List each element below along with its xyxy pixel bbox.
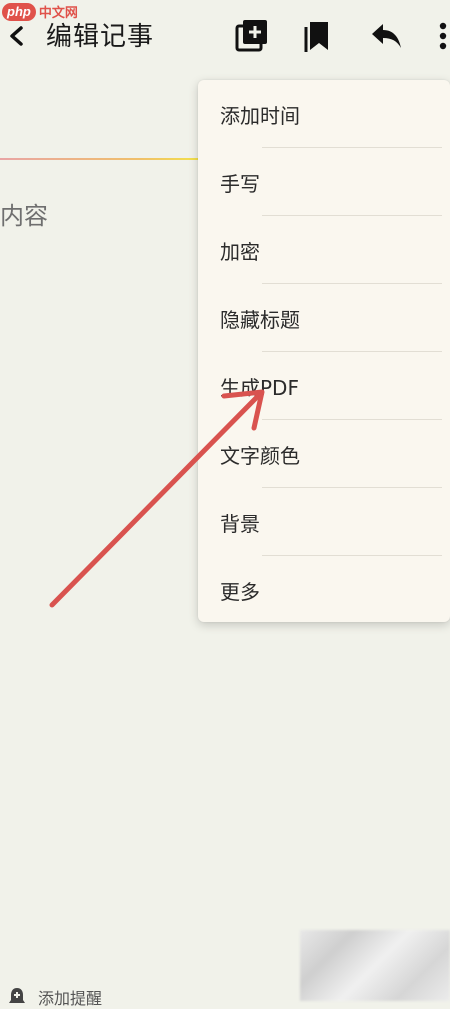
menu-item-more[interactable]: 更多 bbox=[198, 556, 450, 624]
chevron-left-icon[interactable] bbox=[4, 20, 28, 52]
menu-item-generate-pdf[interactable]: 生成PDF bbox=[198, 352, 450, 420]
page-title: 编辑记事 bbox=[46, 22, 155, 52]
blurred-region bbox=[300, 930, 450, 1001]
more-vertical-icon[interactable] bbox=[430, 18, 450, 54]
watermark: php 中文网 bbox=[2, 2, 78, 21]
add-reminder[interactable]: 添加提醒 bbox=[6, 985, 102, 1009]
menu-item-handwriting[interactable]: 手写 bbox=[198, 148, 450, 216]
watermark-logo: php bbox=[2, 2, 36, 21]
bell-icon bbox=[9, 988, 25, 1003]
menu-item-background[interactable]: 背景 bbox=[198, 488, 450, 556]
menu-item-add-time[interactable]: 添加时间 bbox=[198, 80, 450, 148]
watermark-text: 中文网 bbox=[38, 6, 78, 21]
reply-icon[interactable] bbox=[368, 18, 404, 54]
add-reminder-label: 添加提醒 bbox=[38, 989, 103, 1008]
add-note-icon[interactable] bbox=[234, 18, 270, 54]
content-placeholder[interactable]: 内容 bbox=[0, 196, 48, 231]
overflow-menu: 添加时间 手写 加密 隐藏标题 生成PDF 文字颜色 背景 更多 bbox=[198, 80, 450, 622]
menu-item-hide-title[interactable]: 隐藏标题 bbox=[198, 284, 450, 352]
bookmark-icon[interactable] bbox=[301, 18, 337, 54]
title-separator-line bbox=[0, 158, 200, 160]
menu-item-encrypt[interactable]: 加密 bbox=[198, 216, 450, 284]
menu-item-text-color[interactable]: 文字颜色 bbox=[198, 420, 450, 488]
